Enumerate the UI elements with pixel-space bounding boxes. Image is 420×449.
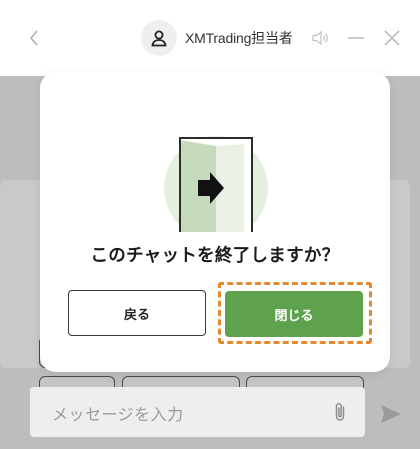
- paperclip-icon: [335, 402, 345, 421]
- send-icon: [381, 405, 401, 423]
- chevron-left-icon: [29, 30, 38, 46]
- end-chat-dialog: このチャットを終了しますか？ 戻る 閉じる: [40, 72, 390, 372]
- agent-name: XMTrading担当者: [185, 30, 293, 46]
- message-composer[interactable]: メッセージを入力: [30, 387, 365, 437]
- dialog-title: このチャットを終了しますか？: [90, 245, 340, 265]
- minimize-icon: [348, 37, 364, 39]
- message-input[interactable]: メッセージを入力: [52, 401, 184, 425]
- close-icon: [384, 30, 400, 46]
- send-button[interactable]: [378, 401, 404, 427]
- back-button[interactable]: [24, 26, 44, 50]
- exit-door-icon: [164, 136, 268, 232]
- chat-header: XMTrading担当者: [0, 0, 420, 76]
- minimize-button[interactable]: [344, 26, 368, 50]
- avatar: [141, 20, 177, 56]
- back-to-chat-button[interactable]: 戻る: [68, 290, 206, 336]
- close-chat-button[interactable]: [380, 26, 404, 50]
- user-icon: [151, 30, 167, 47]
- speaker-icon: [312, 30, 328, 46]
- agent-info: XMTrading担当者: [141, 20, 293, 56]
- attach-button[interactable]: [329, 400, 351, 424]
- sound-button[interactable]: [309, 26, 333, 50]
- end-chat-button[interactable]: 閉じる: [225, 291, 363, 337]
